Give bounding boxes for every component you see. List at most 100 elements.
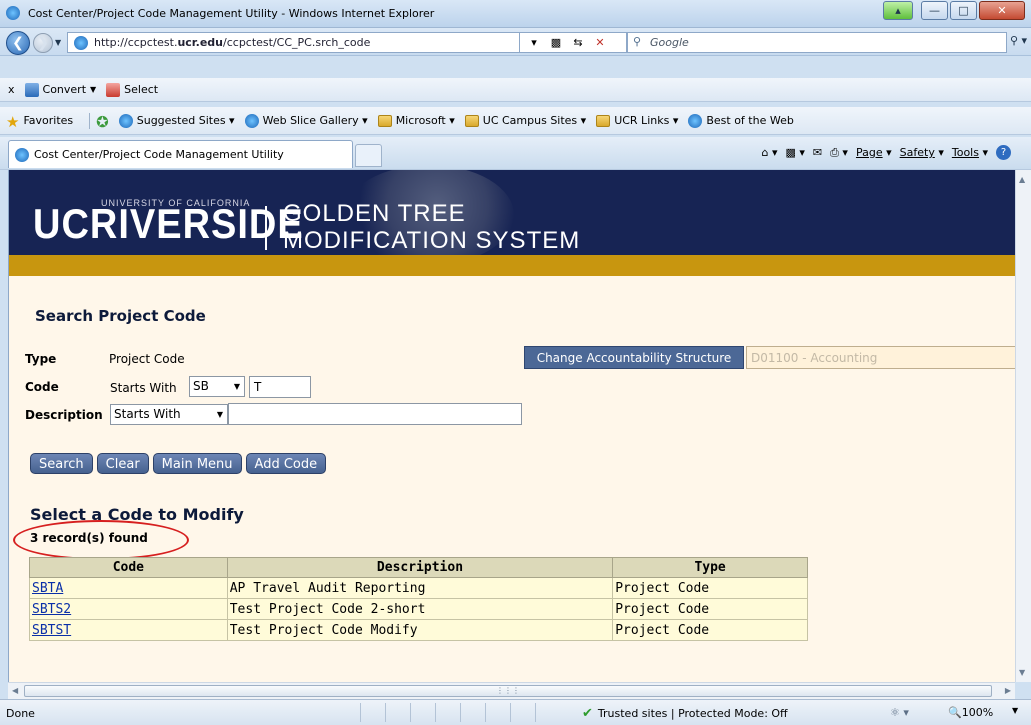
scroll-right-icon[interactable]: ▶ xyxy=(1005,686,1011,695)
url-prefix: http://ccpctest. xyxy=(94,36,178,49)
stop-icon[interactable]: ✕ xyxy=(590,36,610,49)
address-dropdown-icon[interactable]: ▾ xyxy=(524,36,544,49)
toolbar-close-icon[interactable]: x xyxy=(8,83,15,96)
close-window-button[interactable]: ✕ xyxy=(979,1,1025,20)
record-count: 3 record(s) found xyxy=(30,531,148,545)
favorites-item-label: Best of the Web xyxy=(706,114,794,127)
search-go-icon[interactable]: ⚲ ▾ xyxy=(1010,34,1027,47)
window-title: Cost Center/Project Code Management Util… xyxy=(28,7,435,20)
page-menu[interactable]: Page ▾ xyxy=(856,146,892,159)
status-cell xyxy=(435,703,460,722)
maximize-button[interactable]: □ xyxy=(950,1,977,20)
scroll-down-icon[interactable]: ▼ xyxy=(1019,668,1025,677)
status-cell xyxy=(485,703,510,722)
description-input[interactable] xyxy=(228,403,522,425)
star-icon: ★ xyxy=(6,112,20,131)
safety-menu[interactable]: Safety ▾ xyxy=(900,146,944,159)
tools-menu-label: Tools xyxy=(951,146,979,159)
address-row: ❮ ❯ ▼ http://ccpctest.ucr.edu/ccpctest/C… xyxy=(0,28,1031,56)
compatibility-view-icon[interactable]: ▩ xyxy=(546,36,566,49)
clear-button[interactable]: Clear xyxy=(96,453,149,474)
print-icon[interactable]: ⎙ ▾ xyxy=(830,146,848,160)
code-link[interactable]: SBTA xyxy=(32,581,63,596)
help-icon[interactable]: ? xyxy=(996,145,1011,160)
new-tab-button[interactable] xyxy=(355,144,382,167)
favorites-button[interactable]: ★ Favorites xyxy=(6,112,74,131)
checkmark-icon: ✔ xyxy=(582,706,593,721)
status-cell xyxy=(410,703,435,722)
system-name-line1: GOLDEN TREE xyxy=(283,200,466,227)
refresh-icon[interactable]: ⇆ xyxy=(568,36,588,49)
home-icon[interactable]: ⌂ ▾ xyxy=(761,146,777,159)
type-cell: Project Code xyxy=(612,598,808,620)
horizontal-scrollbar[interactable]: ◀ ⋮⋮⋮ ▶ xyxy=(8,682,1015,699)
ie-page-icon xyxy=(118,113,133,128)
vertical-scrollbar[interactable]: ▲ ▼ xyxy=(1015,170,1031,682)
change-accountability-button[interactable]: Change Accountability Structure xyxy=(524,346,744,369)
code-cell: SBTA xyxy=(29,577,228,599)
favorites-item-label: UCR Links ▾ xyxy=(614,114,679,127)
favorites-item-suggested-sites[interactable]: Suggested Sites ▾ xyxy=(118,113,235,128)
chevron-down-icon: ▼ xyxy=(233,382,241,391)
forward-button[interactable]: ❯ xyxy=(33,33,53,53)
tab-label: Cost Center/Project Code Management Util… xyxy=(34,148,284,161)
ie-page-icon xyxy=(688,113,703,128)
description-operator-select[interactable]: Starts With ▼ xyxy=(110,404,228,425)
code-link[interactable]: SBTS2 xyxy=(32,602,71,617)
description-operator-value: Starts With xyxy=(114,407,181,421)
status-cell xyxy=(385,703,410,722)
favorites-item-label: Suggested Sites ▾ xyxy=(136,114,235,127)
search-placeholder: Google xyxy=(650,36,689,49)
toolbar-close-label: x xyxy=(8,83,15,96)
favorites-item-microsoft[interactable]: Microsoft ▾ xyxy=(377,114,455,127)
column-header-description: Description xyxy=(226,557,614,578)
minimize-button[interactable]: — xyxy=(921,1,948,20)
table-header-row: Code Description Type xyxy=(29,557,808,578)
back-button[interactable]: ❮ xyxy=(6,31,30,55)
recent-pages-dropdown-icon[interactable]: ▼ xyxy=(55,38,61,47)
search-input[interactable]: ⚲ Google xyxy=(627,32,1007,53)
safety-menu-label: Safety xyxy=(899,146,935,159)
main-menu-button[interactable]: Main Menu xyxy=(152,453,242,474)
add-code-button[interactable]: Add Code xyxy=(245,453,327,474)
zoom-level[interactable]: 🔍100% xyxy=(948,706,993,719)
banner-divider xyxy=(265,206,267,250)
scroll-left-icon[interactable]: ◀ xyxy=(12,686,18,695)
code-prefix-select[interactable]: SB ▼ xyxy=(189,376,245,397)
scroll-up-icon[interactable]: ▲ xyxy=(1019,175,1025,184)
uc-riverside-logo: UCRIVERSIDE xyxy=(33,201,304,249)
type-value: Project Code xyxy=(109,352,185,366)
favorites-label: Favorites xyxy=(23,114,74,127)
convert-button[interactable]: Convert ▼ xyxy=(24,82,96,97)
favorites-item-best-of-the-web[interactable]: Best of the Web xyxy=(688,113,794,128)
favorites-item-ucr-links[interactable]: UCR Links ▾ xyxy=(596,114,678,127)
folder-icon xyxy=(596,114,611,127)
url-path: /ccpctest/CC_PC.srch_code xyxy=(223,36,371,49)
select-label: Select xyxy=(124,83,159,96)
scrollbar-thumb[interactable]: ⋮⋮⋮ xyxy=(24,685,992,697)
zoom-dropdown-icon[interactable]: ▼ xyxy=(1012,706,1018,715)
status-bar: Done ✔ Trusted sites | Protected Mode: O… xyxy=(0,699,1031,725)
code-input[interactable]: T xyxy=(249,376,311,398)
add-favorite-button[interactable]: ✪ xyxy=(96,113,109,131)
window-extra-icon[interactable]: ▴ xyxy=(883,1,913,20)
page-title: Search Project Code xyxy=(35,307,206,325)
ie-page-icon xyxy=(244,113,259,128)
zone-settings-icon[interactable]: ⚛ ▾ xyxy=(890,706,909,719)
search-button[interactable]: Search xyxy=(30,453,93,474)
zoom-value: 100% xyxy=(961,706,994,719)
feeds-icon[interactable]: ▩ ▾ xyxy=(786,146,805,159)
security-zone[interactable]: ✔ Trusted sites | Protected Mode: Off xyxy=(582,706,788,721)
column-header-type: Type xyxy=(612,557,808,578)
page-icon xyxy=(74,36,88,50)
tab-current[interactable]: Cost Center/Project Code Management Util… xyxy=(8,140,353,168)
select-button[interactable]: Select xyxy=(106,82,159,97)
address-input[interactable]: http://ccpctest.ucr.edu/ccpctest/CC_PC.s… xyxy=(67,32,520,53)
mail-icon[interactable]: ✉ xyxy=(813,146,822,159)
code-link[interactable]: SBTST xyxy=(32,623,71,638)
tools-menu[interactable]: Tools ▾ xyxy=(952,146,988,159)
page-viewport: UNIVERSITY OF CALIFORNIA UCRIVERSIDE GOL… xyxy=(8,170,1015,682)
favorites-item-uc-campus-sites[interactable]: UC Campus Sites ▾ xyxy=(464,114,586,127)
favorites-item-web-slice-gallery[interactable]: Web Slice Gallery ▾ xyxy=(244,113,368,128)
address-buttons: ▾ ▩ ⇆ ✕ xyxy=(520,32,627,53)
